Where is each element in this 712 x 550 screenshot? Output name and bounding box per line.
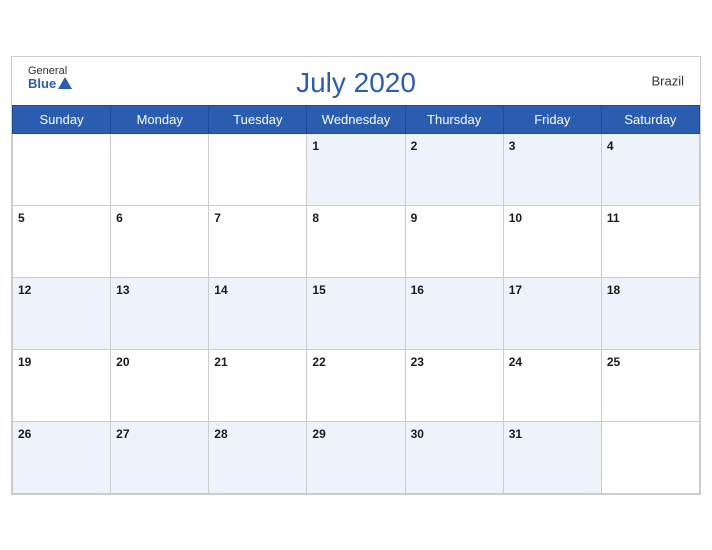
header-thursday: Thursday (405, 105, 503, 133)
calendar-day-cell: 20 (111, 349, 209, 421)
header-monday: Monday (111, 105, 209, 133)
day-number: 27 (116, 427, 129, 441)
day-number: 7 (214, 211, 221, 225)
calendar-day-cell: 25 (601, 349, 699, 421)
day-number: 19 (18, 355, 31, 369)
calendar-day-cell: 8 (307, 205, 405, 277)
day-number: 3 (509, 139, 516, 153)
header-tuesday: Tuesday (209, 105, 307, 133)
calendar-day-cell: 19 (13, 349, 111, 421)
calendar-day-cell: 12 (13, 277, 111, 349)
logo-blue: Blue (28, 77, 72, 91)
calendar-day-cell: 24 (503, 349, 601, 421)
day-number: 18 (607, 283, 620, 297)
calendar-header: General Blue July 2020 Brazil (12, 57, 700, 105)
day-number: 2 (411, 139, 418, 153)
header-sunday: Sunday (13, 105, 111, 133)
country-label: Brazil (651, 73, 684, 88)
calendar-week-row: 1 2 3 4 (13, 133, 700, 205)
day-number: 6 (116, 211, 123, 225)
calendar-day-cell: 10 (503, 205, 601, 277)
calendar-day-cell: 26 (13, 421, 111, 493)
day-number: 14 (214, 283, 227, 297)
header-wednesday: Wednesday (307, 105, 405, 133)
calendar-day-cell (13, 133, 111, 205)
day-number: 21 (214, 355, 227, 369)
day-number: 22 (312, 355, 325, 369)
calendar-day-cell: 23 (405, 349, 503, 421)
calendar-day-cell (601, 421, 699, 493)
day-number: 16 (411, 283, 424, 297)
day-number: 29 (312, 427, 325, 441)
calendar-day-cell: 13 (111, 277, 209, 349)
day-number: 30 (411, 427, 424, 441)
day-number: 13 (116, 283, 129, 297)
calendar-day-cell: 11 (601, 205, 699, 277)
day-number: 1 (312, 139, 319, 153)
calendar-day-cell: 3 (503, 133, 601, 205)
calendar-day-cell: 29 (307, 421, 405, 493)
calendar-day-cell: 28 (209, 421, 307, 493)
calendar-grid: Sunday Monday Tuesday Wednesday Thursday… (12, 105, 700, 494)
day-number: 23 (411, 355, 424, 369)
day-number: 15 (312, 283, 325, 297)
calendar-day-cell: 1 (307, 133, 405, 205)
calendar-day-cell: 27 (111, 421, 209, 493)
logo-area: General Blue (28, 65, 72, 91)
calendar-day-cell: 14 (209, 277, 307, 349)
calendar-week-row: 26 27 28 29 30 31 (13, 421, 700, 493)
calendar-day-cell: 2 (405, 133, 503, 205)
calendar-title: July 2020 (296, 67, 416, 99)
day-number: 20 (116, 355, 129, 369)
logo-general: General (28, 65, 67, 77)
day-number: 9 (411, 211, 418, 225)
header-friday: Friday (503, 105, 601, 133)
calendar-day-cell: 4 (601, 133, 699, 205)
day-number: 25 (607, 355, 620, 369)
calendar-day-cell: 31 (503, 421, 601, 493)
day-number: 26 (18, 427, 31, 441)
day-number: 8 (312, 211, 319, 225)
day-number: 4 (607, 139, 614, 153)
day-number: 12 (18, 283, 31, 297)
day-number: 31 (509, 427, 522, 441)
calendar-day-cell: 22 (307, 349, 405, 421)
calendar-day-cell: 7 (209, 205, 307, 277)
day-number: 28 (214, 427, 227, 441)
calendar-day-cell: 16 (405, 277, 503, 349)
day-number: 17 (509, 283, 522, 297)
calendar-day-cell: 6 (111, 205, 209, 277)
calendar-container: General Blue July 2020 Brazil Sunday Mon… (11, 56, 701, 495)
day-number: 24 (509, 355, 522, 369)
calendar-day-cell: 9 (405, 205, 503, 277)
calendar-week-row: 5 6 7 8 9 10 11 (13, 205, 700, 277)
logo-triangle-icon (58, 77, 72, 89)
calendar-day-cell (209, 133, 307, 205)
calendar-week-row: 12 13 14 15 16 17 18 (13, 277, 700, 349)
calendar-day-cell: 15 (307, 277, 405, 349)
calendar-day-cell: 5 (13, 205, 111, 277)
days-header-row: Sunday Monday Tuesday Wednesday Thursday… (13, 105, 700, 133)
day-number: 10 (509, 211, 522, 225)
day-number: 5 (18, 211, 25, 225)
calendar-day-cell: 30 (405, 421, 503, 493)
calendar-day-cell: 18 (601, 277, 699, 349)
calendar-day-cell: 21 (209, 349, 307, 421)
day-number: 11 (607, 211, 620, 225)
calendar-day-cell (111, 133, 209, 205)
calendar-week-row: 19 20 21 22 23 24 25 (13, 349, 700, 421)
calendar-day-cell: 17 (503, 277, 601, 349)
header-saturday: Saturday (601, 105, 699, 133)
